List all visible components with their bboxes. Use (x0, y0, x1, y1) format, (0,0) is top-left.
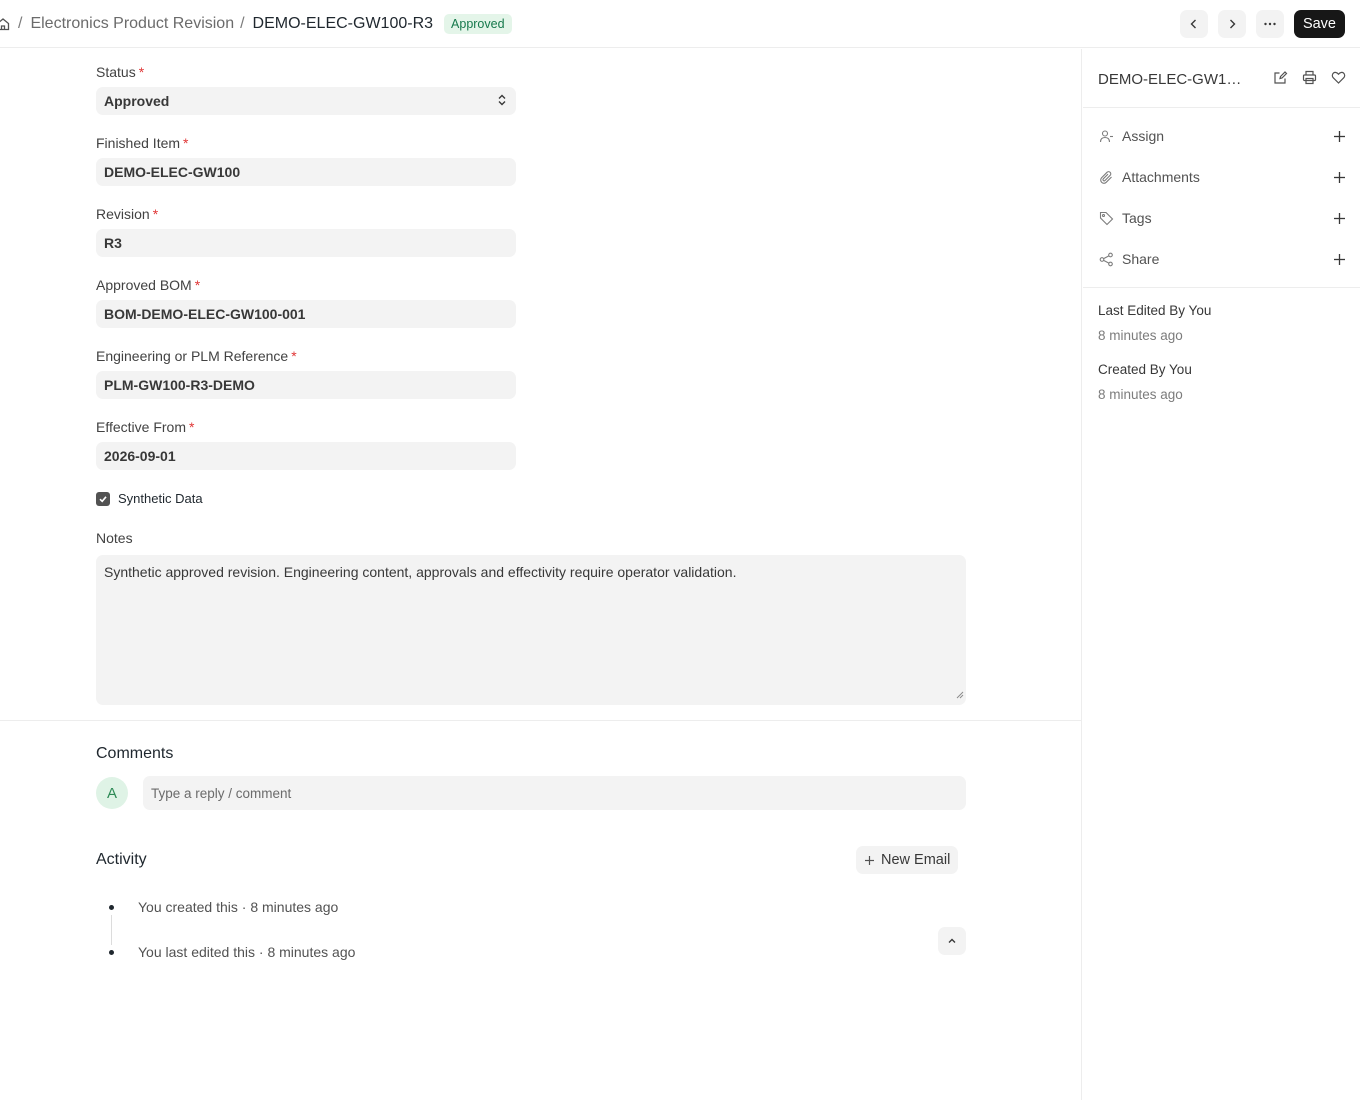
comment-input[interactable]: Type a reply / comment (143, 776, 966, 810)
sidebar-item-assign[interactable]: Assign (1098, 126, 1346, 146)
timeline-dot (109, 950, 114, 955)
ellipsis-icon (1264, 22, 1276, 26)
finished-item-label: Finished Item * (96, 135, 189, 151)
created-label: Created By You (1098, 362, 1192, 377)
chevron-right-icon (1229, 19, 1236, 29)
assign-user-icon (1098, 128, 1114, 144)
sidebar-item-label: Share (1122, 251, 1160, 267)
breadcrumb-separator: / (240, 15, 245, 32)
synthetic-data-label: Synthetic Data (118, 491, 203, 506)
activity-item: You last edited this · 8 minutes ago (138, 944, 356, 960)
status-select[interactable]: Approved (96, 87, 516, 115)
effective-from-label: Effective From * (96, 419, 195, 435)
timeline-line (111, 915, 112, 945)
finished-item-input[interactable]: DEMO-ELEC-GW100 (96, 158, 516, 186)
notes-label: Notes (96, 530, 133, 546)
share-icon (1098, 251, 1114, 267)
activity-item: You created this · 8 minutes ago (138, 899, 339, 915)
avatar: A (96, 777, 128, 809)
heart-icon[interactable] (1331, 70, 1346, 88)
required-indicator: * (194, 277, 201, 293)
select-arrows-icon (496, 93, 508, 110)
plm-reference-label: Engineering or PLM Reference * (96, 348, 297, 364)
required-indicator: * (291, 348, 297, 364)
top-actions: Save (1179, 10, 1345, 38)
notes-text: Synthetic approved revision. Engineering… (104, 564, 737, 580)
sidebar-divider (1083, 287, 1360, 288)
plus-icon (865, 855, 874, 865)
sidebar-item-label: Assign (1122, 128, 1165, 144)
previous-record-button[interactable] (1179, 10, 1208, 38)
status-label: Status * (96, 64, 145, 80)
comment-placeholder: Type a reply / comment (151, 785, 292, 801)
revision-label: Revision * (96, 206, 159, 222)
checkmark-icon (99, 495, 107, 502)
next-record-button[interactable] (1217, 10, 1246, 38)
status-select-value: Approved (104, 93, 170, 109)
approved-bom-field: Approved BOM * BOM-DEMO-ELEC-GW100-001 (96, 276, 516, 328)
required-indicator: * (138, 64, 145, 80)
required-indicator: * (189, 419, 195, 435)
tag-icon (1098, 210, 1114, 226)
breadcrumb-doctype-link[interactable]: Electronics Product Revision (30, 15, 234, 33)
sidebar-header-actions (1273, 70, 1346, 88)
new-email-label: New Email (881, 852, 951, 868)
created-time: 8 minutes ago (1098, 387, 1183, 402)
paperclip-icon (1098, 169, 1114, 185)
timeline-dot (109, 905, 114, 910)
status-badge: Approved (444, 14, 512, 34)
finished-item-field: Finished Item * DEMO-ELEC-GW100 (96, 134, 516, 186)
sidebar-header: DEMO-ELEC-GW100-R3 (1098, 69, 1346, 89)
synthetic-data-checkbox[interactable] (96, 491, 110, 506)
collapse-activity-button[interactable] (938, 927, 966, 955)
last-edited-label: Last Edited By You (1098, 303, 1212, 318)
activity-title: Activity (96, 851, 147, 868)
plm-reference-field: Engineering or PLM Reference * PLM-GW100-… (96, 347, 516, 399)
save-button[interactable]: Save (1293, 10, 1345, 38)
form-sidebar: DEMO-ELEC-GW100-R3 Assign Attachments (1083, 49, 1360, 1100)
new-email-button[interactable]: New Email (856, 846, 959, 874)
approved-bom-label: Approved BOM * (96, 277, 201, 293)
edit-icon[interactable] (1273, 70, 1288, 88)
effective-from-field: Effective From * 2026-09-01 (96, 418, 516, 470)
plm-reference-input[interactable]: PLM-GW100-R3-DEMO (96, 371, 516, 399)
add-attachment-plus-icon[interactable] (1333, 171, 1346, 184)
form-main: Status * Approved Finished Item * DEMO-ELE… (0, 49, 1082, 1100)
more-actions-button[interactable] (1255, 10, 1284, 38)
revision-field: Revision * R3 (96, 205, 516, 257)
status-field: Status * Approved (96, 63, 516, 115)
top-bar: / Electronics Product Revision / DEMO-EL… (0, 0, 1360, 48)
breadcrumb-separator: / (18, 15, 23, 32)
resize-handle-icon[interactable] (956, 685, 964, 703)
sidebar-item-label: Attachments (1122, 169, 1200, 185)
required-indicator: * (152, 206, 159, 222)
printer-icon[interactable] (1302, 70, 1317, 88)
breadcrumb: / Electronics Product Revision / DEMO-EL… (0, 12, 512, 36)
add-tag-plus-icon[interactable] (1333, 212, 1346, 225)
last-edited-time: 8 minutes ago (1098, 328, 1183, 343)
home-icon[interactable] (0, 16, 12, 32)
comments-title: Comments (96, 745, 174, 762)
revision-input[interactable]: R3 (96, 229, 516, 257)
sidebar-item-tags[interactable]: Tags (1098, 208, 1346, 228)
chevron-left-icon (1190, 19, 1196, 29)
notes-textarea[interactable]: Synthetic approved revision. Engineering… (96, 555, 966, 705)
section-divider (0, 720, 1082, 721)
add-assign-plus-icon[interactable] (1333, 130, 1346, 143)
sidebar-item-share[interactable]: Share (1098, 249, 1346, 269)
approved-bom-input[interactable]: BOM-DEMO-ELEC-GW100-001 (96, 300, 516, 328)
synthetic-data-field: Synthetic Data (96, 491, 203, 506)
chevron-up-icon (948, 938, 956, 943)
sidebar-item-attachments[interactable]: Attachments (1098, 167, 1346, 187)
required-indicator: * (183, 135, 189, 151)
page-title: DEMO-ELEC-GW100-R3 (252, 15, 434, 32)
sidebar-title: DEMO-ELEC-GW100-R3 (1098, 70, 1248, 88)
sidebar-item-label: Tags (1122, 210, 1152, 226)
add-share-plus-icon[interactable] (1333, 253, 1346, 266)
sidebar-divider (1083, 107, 1360, 108)
effective-from-date-input[interactable]: 2026-09-01 (96, 442, 516, 470)
